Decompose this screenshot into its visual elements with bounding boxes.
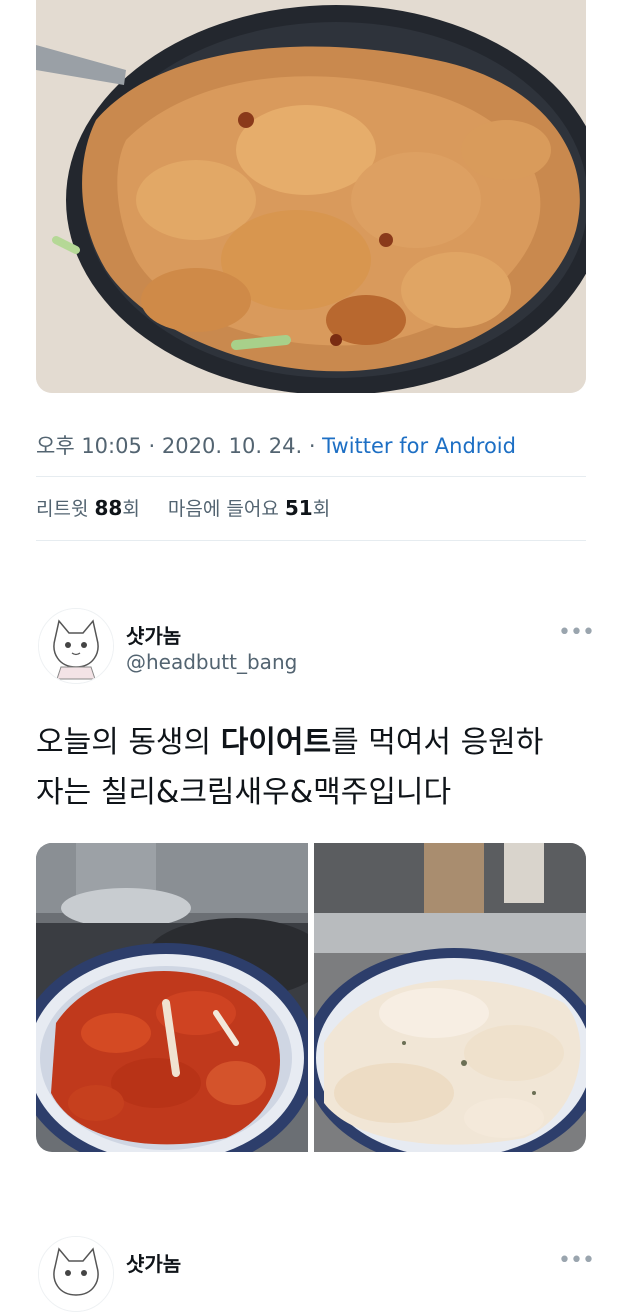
- tweet-time: 오후 10:05: [36, 434, 142, 458]
- meta-separator: ·: [302, 434, 323, 458]
- more-options-icon[interactable]: •••: [558, 620, 595, 645]
- tweet-text-bold: 다이어트: [220, 725, 332, 760]
- retweet-stat[interactable]: 리트윗 88회: [36, 496, 146, 520]
- meta-separator: ·: [141, 434, 162, 458]
- likes-unit: 회: [312, 498, 331, 520]
- likes-count: 51: [284, 496, 313, 520]
- avatar[interactable]: [38, 608, 114, 684]
- chili-shrimp-image: [36, 843, 308, 1152]
- retweet-label: 리트윗: [36, 498, 89, 520]
- tweet-text-line: 자는 칠리&크림새우&맥주입니다: [36, 775, 452, 810]
- tweet-text: 오늘의 동생의 다이어트를 먹여서 응원하 자는 칠리&크림새우&맥주입니다: [36, 718, 596, 818]
- cream-shrimp-image: [314, 843, 586, 1152]
- display-name[interactable]: 샷가놈: [126, 620, 181, 649]
- cat-avatar-icon: [39, 609, 113, 683]
- retweet-unit: 회: [122, 498, 140, 520]
- tweet-stats: 리트윗 88회 마음에 들어요 51회: [36, 494, 330, 521]
- cream-shrimp-photo[interactable]: [314, 843, 586, 1152]
- retweet-count: 88: [94, 496, 123, 520]
- user-handle[interactable]: @headbutt_bang: [126, 650, 297, 674]
- display-name[interactable]: 샷가놈: [126, 1248, 181, 1277]
- fried-chicken-photo[interactable]: [36, 0, 586, 393]
- cat-avatar-icon: [39, 1237, 113, 1311]
- tweet-source-link[interactable]: Twitter for Android: [322, 434, 516, 458]
- tweet-meta: 오후 10:05 · 2020. 10. 24. · Twitter for A…: [36, 430, 516, 460]
- likes-label: 마음에 들어요: [167, 498, 279, 520]
- divider: [36, 476, 586, 477]
- fried-chicken-image: [36, 0, 586, 393]
- likes-stat[interactable]: 마음에 들어요 51회: [167, 496, 331, 520]
- divider: [36, 540, 586, 541]
- avatar[interactable]: [38, 1236, 114, 1312]
- tweet-date: 2020. 10. 24.: [161, 434, 303, 458]
- more-options-icon[interactable]: •••: [558, 1248, 595, 1273]
- chili-shrimp-photo[interactable]: [36, 843, 308, 1152]
- tweet-text-line: 오늘의 동생의 다이어트를 먹여서 응원하: [36, 725, 544, 760]
